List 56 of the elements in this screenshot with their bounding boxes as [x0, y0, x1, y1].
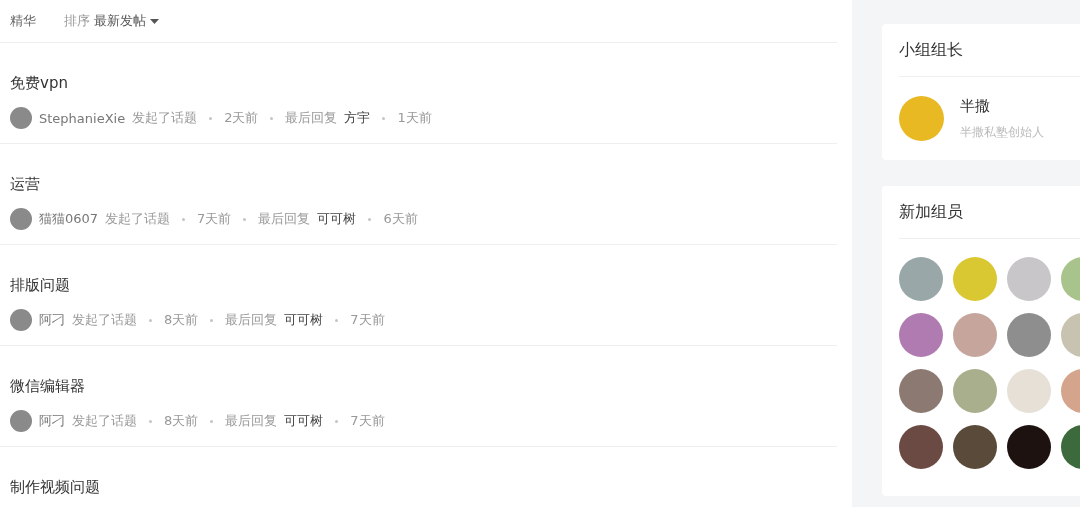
author-link[interactable]: StephanieXie [39, 110, 126, 126]
author-link[interactable]: 猫猫0607 [39, 210, 99, 228]
action-text: 发起了话题 [72, 412, 137, 430]
leader-name[interactable]: 半撒 [960, 96, 1044, 116]
author-link[interactable]: 阿刁 [39, 311, 65, 329]
topic-title[interactable]: 制作视频问题 [10, 478, 100, 497]
reply-time: 6天前 [383, 210, 418, 228]
card-title: 小组组长 [899, 24, 1080, 77]
replier-link[interactable]: 可可树 [284, 412, 324, 430]
member-avatar[interactable] [953, 425, 997, 469]
caret-icon [150, 18, 159, 24]
separator-dot [368, 217, 372, 221]
topic-title[interactable]: 微信编辑器 [10, 377, 85, 396]
member-avatar[interactable] [899, 425, 943, 469]
reply-label: 最后回复 [285, 109, 338, 127]
post-time: 7天前 [197, 210, 232, 228]
separator-dot [149, 419, 152, 423]
separator-dot [270, 116, 274, 120]
separator-dot [210, 419, 214, 423]
replier-link[interactable]: 可可树 [317, 210, 357, 228]
reply-label: 最后回复 [225, 311, 278, 329]
separator-dot [182, 217, 186, 221]
leader-bio: 半撒私塾创始人 [960, 123, 1044, 141]
replier-link[interactable]: 方宇 [344, 109, 371, 127]
reply-time: 7天前 [350, 311, 385, 329]
post-time: 8天前 [164, 412, 199, 430]
separator-dot [210, 318, 214, 322]
separator-dot [335, 318, 339, 322]
avatar[interactable] [10, 107, 32, 129]
post-time: 8天前 [164, 311, 199, 329]
separator-dot [335, 419, 339, 423]
reply-label: 最后回复 [258, 210, 311, 228]
filter-tab[interactable]: 精华 [10, 12, 36, 30]
avatar[interactable] [899, 96, 944, 141]
sort-dropdown[interactable]: 排序 最新发帖 [64, 12, 159, 30]
replier-link[interactable]: 可可树 [284, 311, 324, 329]
separator-dot [149, 318, 152, 322]
topic-title[interactable]: 免费vpn [10, 74, 68, 93]
reply-time: 1天前 [397, 109, 432, 127]
topic-title[interactable]: 排版问题 [10, 276, 70, 295]
topic-title[interactable]: 运营 [10, 175, 40, 194]
separator-dot [243, 217, 247, 221]
action-text: 发起了话题 [105, 210, 171, 228]
separator-dot [382, 116, 386, 120]
member-avatar[interactable] [1007, 425, 1051, 469]
post-time: 2天前 [224, 109, 259, 127]
avatar[interactable] [10, 208, 32, 230]
reply-label: 最后回复 [225, 412, 278, 430]
author-link[interactable]: 阿刁 [39, 412, 65, 430]
action-text: 发起了话题 [132, 109, 198, 127]
avatar[interactable] [10, 309, 32, 331]
separator-dot [209, 116, 213, 120]
card-title: 新加组员 [899, 186, 1080, 239]
action-text: 发起了话题 [72, 311, 137, 329]
avatar[interactable] [10, 410, 32, 432]
reply-time: 7天前 [350, 412, 385, 430]
